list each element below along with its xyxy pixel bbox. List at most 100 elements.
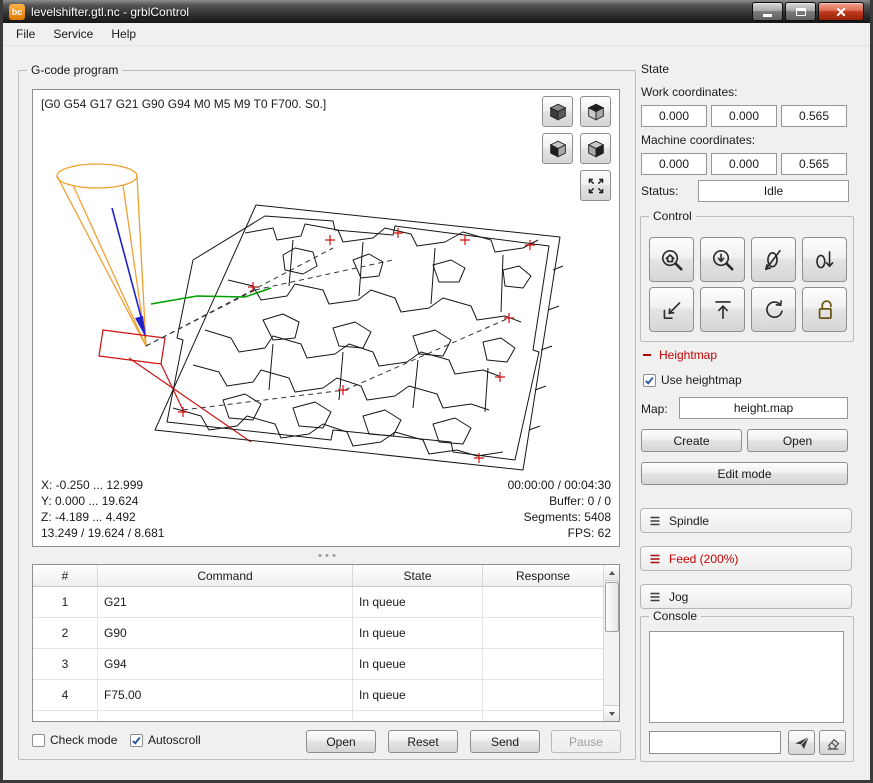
machine-x-value: 0.000 xyxy=(641,153,707,175)
visualizer[interactable]: [G0 G54 G17 G21 G90 G94 M0 M5 M9 T0 F700… xyxy=(32,89,620,547)
table-row[interactable]: 5 G00 Z1.0000 In queue xyxy=(33,711,619,722)
checkbox-unchecked-icon xyxy=(32,734,45,747)
reset-button[interactable] xyxy=(751,287,796,332)
program-table[interactable]: # Command State Response 1 G21 In queue … xyxy=(32,564,620,722)
fit-view-button[interactable] xyxy=(580,170,611,201)
console-group: Console xyxy=(640,616,854,762)
heightmap-open-button[interactable]: Open xyxy=(747,429,848,452)
restore-origin-button[interactable] xyxy=(649,287,694,332)
menu-help[interactable]: Help xyxy=(102,24,145,44)
cell-state: In queue xyxy=(353,680,483,710)
menubar: File Service Help xyxy=(3,23,870,46)
console-send-button[interactable] xyxy=(788,730,815,755)
stat-z-range: Z: -4.189 ... 4.492 xyxy=(41,509,164,525)
console-clear-button[interactable] xyxy=(819,730,846,755)
cell-command: G94 xyxy=(98,649,353,679)
edit-mode-button[interactable]: Edit mode xyxy=(641,462,848,485)
feed-panel-header[interactable]: Feed (200%) xyxy=(640,546,852,571)
safe-position-button[interactable] xyxy=(700,287,745,332)
stat-x-range: X: -0.250 ... 12.999 xyxy=(41,477,164,493)
table-header: # Command State Response xyxy=(33,565,619,587)
hamburger-icon xyxy=(649,591,661,603)
zero-xy-icon xyxy=(761,247,787,273)
view-top-button[interactable] xyxy=(580,96,611,127)
console-input[interactable] xyxy=(649,731,781,754)
check-mode-checkbox[interactable]: Check mode xyxy=(32,733,117,747)
close-button[interactable] xyxy=(818,2,864,21)
work-coordinates-row: 0.000 0.000 0.565 xyxy=(641,105,847,127)
view-isometric-button[interactable] xyxy=(542,96,573,127)
send-button[interactable]: Send xyxy=(470,730,540,753)
gcode-program-title: G-code program xyxy=(27,63,122,77)
fit-arrows-icon xyxy=(585,175,607,197)
position-markers-graphic xyxy=(178,228,535,463)
column-command[interactable]: Command xyxy=(98,565,353,586)
scroll-up-button[interactable] xyxy=(604,565,619,581)
view-left-button[interactable] xyxy=(580,133,611,164)
cell-number: 5 xyxy=(33,711,98,722)
cell-response xyxy=(483,618,604,648)
spindle-panel-header[interactable]: Spindle xyxy=(640,508,852,533)
work-x-value: 0.000 xyxy=(641,105,707,127)
gcode-header-line: [G0 G54 G17 G21 G90 G94 M0 M5 M9 T0 F700… xyxy=(41,97,326,111)
table-row[interactable]: 4 F75.00 In queue xyxy=(33,680,619,711)
zero-z-icon xyxy=(812,247,838,273)
app-icon-text: bc xyxy=(12,7,23,17)
stat-segments: Segments: 5408 xyxy=(508,509,611,525)
cell-command: G90 xyxy=(98,618,353,648)
reset-button-bottom[interactable]: Reset xyxy=(388,730,458,753)
feed-panel-label: Feed (200%) xyxy=(669,552,738,566)
stat-fps: FPS: 62 xyxy=(508,525,611,541)
check-mode-label: Check mode xyxy=(50,733,117,747)
splitter-handle[interactable] xyxy=(319,554,336,557)
heightmap-create-button[interactable]: Create xyxy=(641,429,742,452)
titlebar[interactable]: bc levelshifter.gtl.nc - grblControl xyxy=(3,0,870,23)
maximize-button[interactable] xyxy=(785,2,816,21)
cell-number: 1 xyxy=(33,587,98,617)
cell-number: 4 xyxy=(33,680,98,710)
scroll-down-button[interactable] xyxy=(604,705,619,721)
table-row[interactable]: 1 G21 In queue xyxy=(33,587,619,618)
view-front-button[interactable] xyxy=(542,133,573,164)
gcode-program-group: G-code program xyxy=(18,70,636,760)
column-response[interactable]: Response xyxy=(483,565,604,586)
zero-z-button[interactable] xyxy=(802,237,847,282)
z-probe-button[interactable] xyxy=(700,237,745,282)
console-output[interactable] xyxy=(649,631,844,723)
autoscroll-checkbox[interactable]: Autoscroll xyxy=(130,733,201,747)
minimize-icon xyxy=(763,14,772,17)
unlock-button[interactable] xyxy=(802,287,847,332)
hamburger-icon xyxy=(649,553,661,565)
probe-search-icon xyxy=(710,247,736,273)
heightmap-panel-header[interactable]: Heightmap xyxy=(641,348,717,362)
cube-front-icon xyxy=(547,138,569,160)
cube-left-icon xyxy=(585,138,607,160)
table-row[interactable]: 2 G90 In queue xyxy=(33,618,619,649)
menu-service[interactable]: Service xyxy=(44,24,102,44)
toolpath-lines-graphic xyxy=(155,205,563,470)
table-row[interactable]: 3 G94 In queue xyxy=(33,649,619,680)
scrollbar-thumb[interactable] xyxy=(605,582,619,632)
cell-state: In queue xyxy=(353,587,483,617)
program-controls-bar: Check mode Autoscroll Open Reset Send Pa… xyxy=(32,730,620,754)
eraser-icon xyxy=(824,734,842,752)
menu-file[interactable]: File xyxy=(7,24,44,44)
column-state[interactable]: State xyxy=(353,565,483,586)
column-number[interactable]: # xyxy=(33,565,98,586)
send-plane-icon xyxy=(793,734,811,752)
spindle-panel-label: Spindle xyxy=(669,514,709,528)
jog-panel-header[interactable]: Jog xyxy=(640,584,852,609)
use-heightmap-checkbox[interactable]: Use heightmap xyxy=(643,373,742,387)
stat-buffer: Buffer: 0 / 0 xyxy=(508,493,611,509)
home-button[interactable] xyxy=(649,237,694,282)
checkbox-checked-icon xyxy=(130,734,143,747)
map-file-field[interactable]: height.map xyxy=(679,397,848,419)
restore-origin-icon xyxy=(659,297,685,323)
minimize-button[interactable] xyxy=(752,2,783,21)
open-file-button[interactable]: Open xyxy=(306,730,376,753)
control-group: Control xyxy=(640,216,854,342)
zero-xy-button[interactable] xyxy=(751,237,796,282)
table-scrollbar[interactable] xyxy=(603,565,619,721)
machine-y-value: 0.000 xyxy=(711,153,777,175)
cell-command: G21 xyxy=(98,587,353,617)
